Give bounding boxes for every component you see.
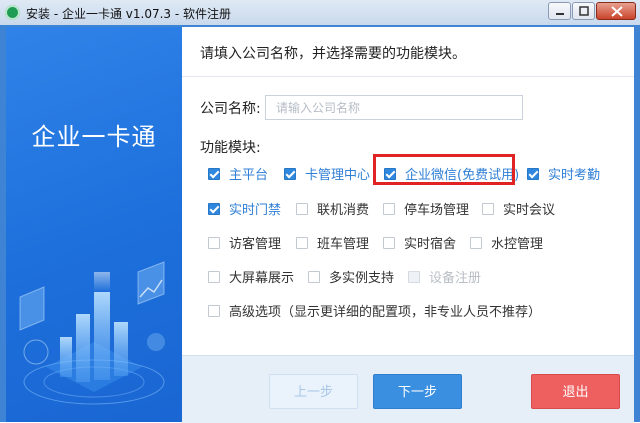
checkbox-unchecked-icon bbox=[208, 236, 220, 249]
module-label: 实时宿舍 bbox=[404, 237, 457, 252]
checkbox-unchecked-icon bbox=[383, 236, 395, 249]
module-label: 实时门禁 bbox=[229, 203, 282, 218]
data-illustration-icon bbox=[19, 261, 165, 405]
module-water-control[interactable]: 水控管理 bbox=[470, 233, 543, 252]
maximize-icon bbox=[579, 6, 589, 16]
module-label: 停车场管理 bbox=[404, 203, 470, 218]
maximize-button[interactable] bbox=[572, 2, 595, 20]
minimize-button[interactable] bbox=[548, 2, 571, 20]
module-label: 卡管理中心 bbox=[305, 168, 371, 183]
checkbox-unchecked-icon bbox=[208, 270, 220, 283]
checkbox-unchecked-icon bbox=[482, 202, 494, 215]
app-icon bbox=[5, 5, 20, 20]
checkbox-disabled-icon bbox=[408, 270, 420, 283]
exit-button[interactable]: 退出 bbox=[531, 374, 620, 409]
module-multi-instance[interactable]: 多实例支持 bbox=[308, 267, 394, 286]
company-label: 公司名称: bbox=[200, 101, 261, 117]
module-attendance[interactable]: 实时考勤 bbox=[527, 164, 600, 183]
advanced-options-label: 高级选项（显示更详细的配置项，非专业人员不推荐） bbox=[229, 305, 542, 320]
previous-button[interactable]: 上一步 bbox=[269, 374, 358, 409]
header-divider bbox=[182, 76, 634, 77]
checkbox-unchecked-icon bbox=[308, 270, 320, 283]
highlight-box bbox=[373, 154, 515, 185]
checkbox-checked-icon bbox=[208, 167, 220, 180]
close-icon bbox=[611, 6, 623, 17]
module-dormitory[interactable]: 实时宿舍 bbox=[383, 233, 456, 252]
module-main-platform[interactable]: 主平台 bbox=[208, 164, 268, 183]
advanced-options-checkbox[interactable]: 高级选项（显示更详细的配置项，非专业人员不推荐） bbox=[208, 301, 541, 320]
module-visitor[interactable]: 访客管理 bbox=[208, 233, 281, 252]
module-label: 访客管理 bbox=[229, 237, 282, 252]
checkbox-unchecked-icon bbox=[470, 236, 482, 249]
brand-title: 企业一卡通 bbox=[31, 123, 157, 151]
module-access-control[interactable]: 实时门禁 bbox=[208, 199, 281, 218]
module-label: 班车管理 bbox=[317, 237, 370, 252]
module-label: 大屏幕展示 bbox=[229, 271, 295, 286]
module-card-center[interactable]: 卡管理中心 bbox=[284, 164, 370, 183]
window-border-right bbox=[634, 27, 640, 422]
module-meeting[interactable]: 实时会议 bbox=[482, 199, 555, 218]
module-label: 多实例支持 bbox=[329, 271, 395, 286]
company-name-input[interactable] bbox=[265, 95, 523, 120]
brand-panel: 企业一卡通 bbox=[6, 27, 182, 422]
title-bar: 安装 - 企业一卡通 v1.07.3 - 软件注册 bbox=[0, 0, 640, 26]
window-title: 安装 - 企业一卡通 v1.07.3 - 软件注册 bbox=[26, 7, 232, 21]
checkbox-unchecked-icon bbox=[383, 202, 395, 215]
checkbox-checked-icon bbox=[527, 167, 539, 180]
module-online-consumption[interactable]: 联机消费 bbox=[296, 199, 369, 218]
module-parking[interactable]: 停车场管理 bbox=[383, 199, 469, 218]
module-device-registration: 设备注册 bbox=[408, 267, 481, 286]
module-label: 主平台 bbox=[229, 168, 269, 183]
module-shuttle[interactable]: 班车管理 bbox=[296, 233, 369, 252]
module-label: 联机消费 bbox=[317, 203, 370, 218]
modules-label: 功能模块: bbox=[200, 140, 261, 156]
checkbox-unchecked-icon bbox=[296, 202, 308, 215]
module-label: 设备注册 bbox=[429, 271, 482, 286]
close-button[interactable] bbox=[596, 2, 636, 20]
checkbox-unchecked-icon bbox=[296, 236, 308, 249]
next-button[interactable]: 下一步 bbox=[373, 374, 462, 409]
module-big-screen[interactable]: 大屏幕展示 bbox=[208, 267, 294, 286]
module-label: 实时会议 bbox=[503, 203, 556, 218]
minimize-icon bbox=[556, 13, 564, 15]
checkbox-unchecked-icon bbox=[208, 304, 220, 317]
module-label: 实时考勤 bbox=[548, 168, 601, 183]
instruction-text: 请填入公司名称，并选择需要的功能模块。 bbox=[200, 46, 466, 62]
checkbox-checked-icon bbox=[208, 202, 220, 215]
module-label: 水控管理 bbox=[491, 237, 544, 252]
checkbox-checked-icon bbox=[284, 167, 296, 180]
